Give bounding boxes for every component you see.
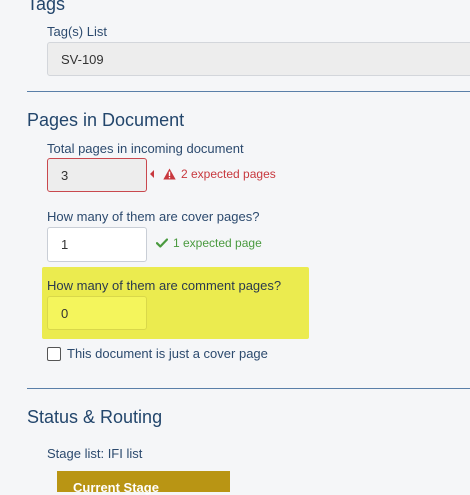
pages-section-title: Pages in Document [27,110,185,130]
total-pages-label: Total pages in incoming document [47,141,244,156]
cover-only-label: This document is just a cover page [67,346,268,361]
cover-only-checkbox[interactable] [47,346,61,361]
cover-only-row: This document is just a cover page [47,346,268,361]
total-pages-value: 3 [61,167,69,183]
section-divider [27,91,470,92]
comment-pages-label: How many of them are comment pages? [47,278,282,293]
caret-left-icon [150,170,154,178]
cover-pages-ok: 1 expected page [156,236,262,250]
current-stage-header: Current Stage [57,471,230,495]
tag-list-label: Tag(s) List [47,24,107,39]
cover-pages-input[interactable]: 1 [47,227,147,262]
comment-pages-input[interactable]: 0 [47,296,147,330]
status-section-title: Status & Routing [27,407,163,427]
tag-list-value: SV-109 [61,51,104,67]
cover-pages-label: How many of them are cover pages? [47,209,260,224]
cover-pages-ok-text: 1 expected page [173,236,262,250]
stage-list-label: Stage list: IFI list [47,446,143,461]
warning-icon [163,168,176,180]
cover-pages-value: 1 [61,237,69,252]
tag-list-field[interactable]: SV-109 [47,42,470,76]
current-stage-label: Current Stage [73,480,159,495]
section-divider [27,388,470,389]
total-pages-error-text: 2 expected pages [181,167,276,181]
total-pages-input[interactable]: 3 [47,158,147,192]
check-icon [156,238,168,248]
total-pages-error: 2 expected pages [150,167,276,181]
tags-section-title: Tags [27,0,66,14]
comment-pages-value: 0 [61,305,69,321]
